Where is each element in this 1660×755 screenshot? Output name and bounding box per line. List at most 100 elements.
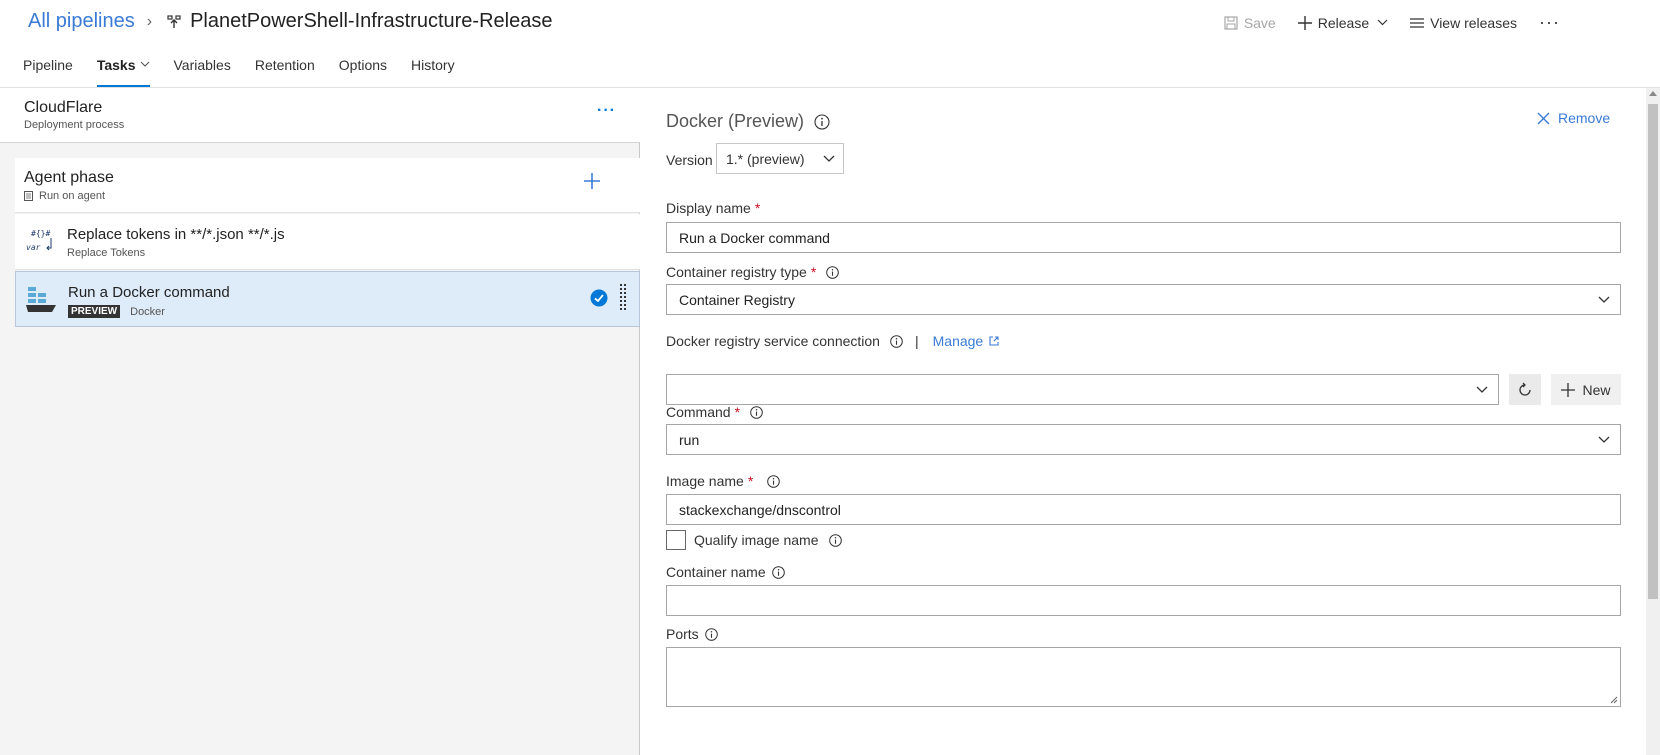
- ports-label-row: Ports: [666, 626, 718, 642]
- required-mark: *: [754, 200, 761, 216]
- tab-label: Options: [338, 57, 388, 73]
- save-button[interactable]: Save: [1224, 15, 1276, 31]
- header-actions: Save Release View releases ···: [1224, 12, 1660, 33]
- tab-label: Retention: [254, 57, 315, 73]
- registry-type-value: Container Registry: [679, 292, 795, 308]
- ports-textarea[interactable]: [666, 647, 1621, 707]
- task-subtitle: Replace Tokens: [67, 247, 146, 259]
- task-settings-title-row: Docker (Preview): [666, 111, 830, 132]
- tab-tasks[interactable]: Tasks: [96, 50, 150, 87]
- task-settings-title: Docker (Preview): [666, 111, 805, 131]
- qualify-image-label: Qualify image name: [694, 532, 819, 548]
- vertical-scrollbar[interactable]: [1646, 88, 1660, 755]
- remove-button[interactable]: Remove: [1537, 110, 1610, 126]
- top-bar: All pipelines › PlanetPowerShell-Infrast…: [0, 0, 1660, 46]
- chevron-down-icon: [1598, 296, 1610, 303]
- manage-label: Manage: [932, 333, 984, 349]
- version-label: Version: [666, 152, 713, 168]
- view-releases-button[interactable]: View releases: [1410, 15, 1517, 31]
- tab-pipeline[interactable]: Pipeline: [23, 50, 73, 87]
- stage-subtitle: Deployment process: [24, 119, 125, 131]
- release-pipeline-icon: [166, 14, 182, 30]
- task-settings-pane: Docker (Preview) Remove Version 1.* (pre…: [641, 88, 1646, 755]
- docker-icon: [26, 287, 56, 312]
- info-icon[interactable]: [704, 627, 718, 641]
- svg-text:#{}#: #{}#: [31, 229, 50, 238]
- stage-header[interactable]: CloudFlare Deployment process ···: [0, 88, 640, 143]
- version-value: 1.* (preview): [726, 151, 805, 167]
- info-icon[interactable]: [826, 265, 840, 279]
- drag-handle-icon[interactable]: [620, 284, 626, 312]
- chevron-down-icon: [140, 61, 149, 67]
- version-select[interactable]: 1.* (preview): [716, 143, 844, 174]
- info-icon[interactable]: [771, 565, 785, 579]
- service-connection-select[interactable]: [666, 374, 1499, 405]
- tab-history[interactable]: History: [411, 50, 455, 87]
- all-pipelines-link[interactable]: All pipelines: [28, 10, 135, 33]
- breadcrumb: All pipelines › PlanetPowerShell-Infrast…: [28, 10, 552, 33]
- separator: |: [914, 333, 919, 349]
- page-title: PlanetPowerShell-Infrastructure-Release: [190, 10, 553, 32]
- image-name-label: Image name: [666, 473, 744, 489]
- tab-retention[interactable]: Retention: [255, 50, 315, 87]
- release-button[interactable]: Release: [1297, 15, 1388, 31]
- task-row[interactable]: #{}# var Replace tokens in **/*.json **/…: [15, 214, 640, 270]
- registry-type-label: Container registry type: [666, 264, 807, 280]
- remove-label: Remove: [1558, 110, 1611, 126]
- new-connection-button[interactable]: New: [1551, 374, 1621, 405]
- resize-handle-icon[interactable]: [1610, 696, 1618, 704]
- display-name-label-row: Display name *: [666, 200, 760, 216]
- command-label: Command: [666, 404, 731, 420]
- required-mark: *: [734, 404, 741, 420]
- registry-type-select[interactable]: Container Registry: [666, 284, 1621, 315]
- info-icon[interactable]: [814, 113, 830, 130]
- list-icon: [1410, 17, 1425, 28]
- save-icon: [1224, 15, 1238, 30]
- preview-badge: PREVIEW: [68, 305, 121, 318]
- tab-label: Variables: [173, 57, 231, 73]
- ports-label: Ports: [666, 626, 699, 642]
- info-icon[interactable]: [890, 334, 903, 348]
- svg-text:var: var: [26, 243, 41, 252]
- manage-link[interactable]: Manage: [925, 333, 1000, 349]
- process-pane: CloudFlare Deployment process ··· Agent …: [0, 88, 640, 755]
- task-name: Run a Docker command: [68, 284, 230, 301]
- image-name-input[interactable]: stackexchange/dnscontrol: [666, 494, 1621, 525]
- tab-label: Tasks: [96, 57, 136, 73]
- chevron-down-icon: [823, 155, 835, 162]
- add-task-icon[interactable]: [583, 172, 601, 190]
- registry-type-label-row: Container registry type *: [666, 264, 840, 280]
- agent-icon: [24, 191, 33, 201]
- phase-subtitle-row: Run on agent: [24, 190, 105, 202]
- qualify-image-checkbox[interactable]: [666, 530, 686, 550]
- task-row-selected[interactable]: Run a Docker command PREVIEW Docker: [15, 271, 640, 327]
- refresh-icon: [1519, 382, 1531, 396]
- command-select[interactable]: run: [666, 424, 1621, 455]
- save-label: Save: [1243, 14, 1276, 31]
- tab-variables[interactable]: Variables: [174, 50, 231, 87]
- command-value: run: [679, 432, 700, 448]
- view-releases-label: View releases: [1430, 14, 1518, 31]
- info-icon[interactable]: [767, 474, 781, 488]
- scrollbar-thumb[interactable]: [1648, 104, 1658, 599]
- stage-more-icon[interactable]: ···: [597, 102, 616, 120]
- stage-name: CloudFlare: [24, 99, 103, 116]
- refresh-button[interactable]: [1509, 374, 1541, 405]
- agent-phase[interactable]: Agent phase Run on agent: [15, 158, 640, 213]
- new-label: New: [1582, 381, 1611, 398]
- display-name-label: Display name: [666, 200, 751, 216]
- info-icon[interactable]: [828, 533, 842, 547]
- chevron-down-icon: [1476, 386, 1488, 393]
- container-name-label: Container name: [666, 564, 766, 580]
- container-name-input[interactable]: [666, 585, 1621, 616]
- tab-options[interactable]: Options: [339, 50, 387, 87]
- chevron-down-icon: [1377, 19, 1388, 26]
- check-circle-icon: [590, 289, 608, 307]
- display-name-input[interactable]: Run a Docker command: [666, 222, 1621, 253]
- tab-label: History: [411, 57, 455, 73]
- info-icon[interactable]: [750, 405, 763, 419]
- service-connection-label-row: Docker registry service connection | Man…: [666, 333, 999, 349]
- scroll-up-icon[interactable]: [1649, 91, 1657, 96]
- chevron-right-icon: ›: [146, 12, 153, 30]
- more-actions-icon[interactable]: ···: [1539, 12, 1560, 33]
